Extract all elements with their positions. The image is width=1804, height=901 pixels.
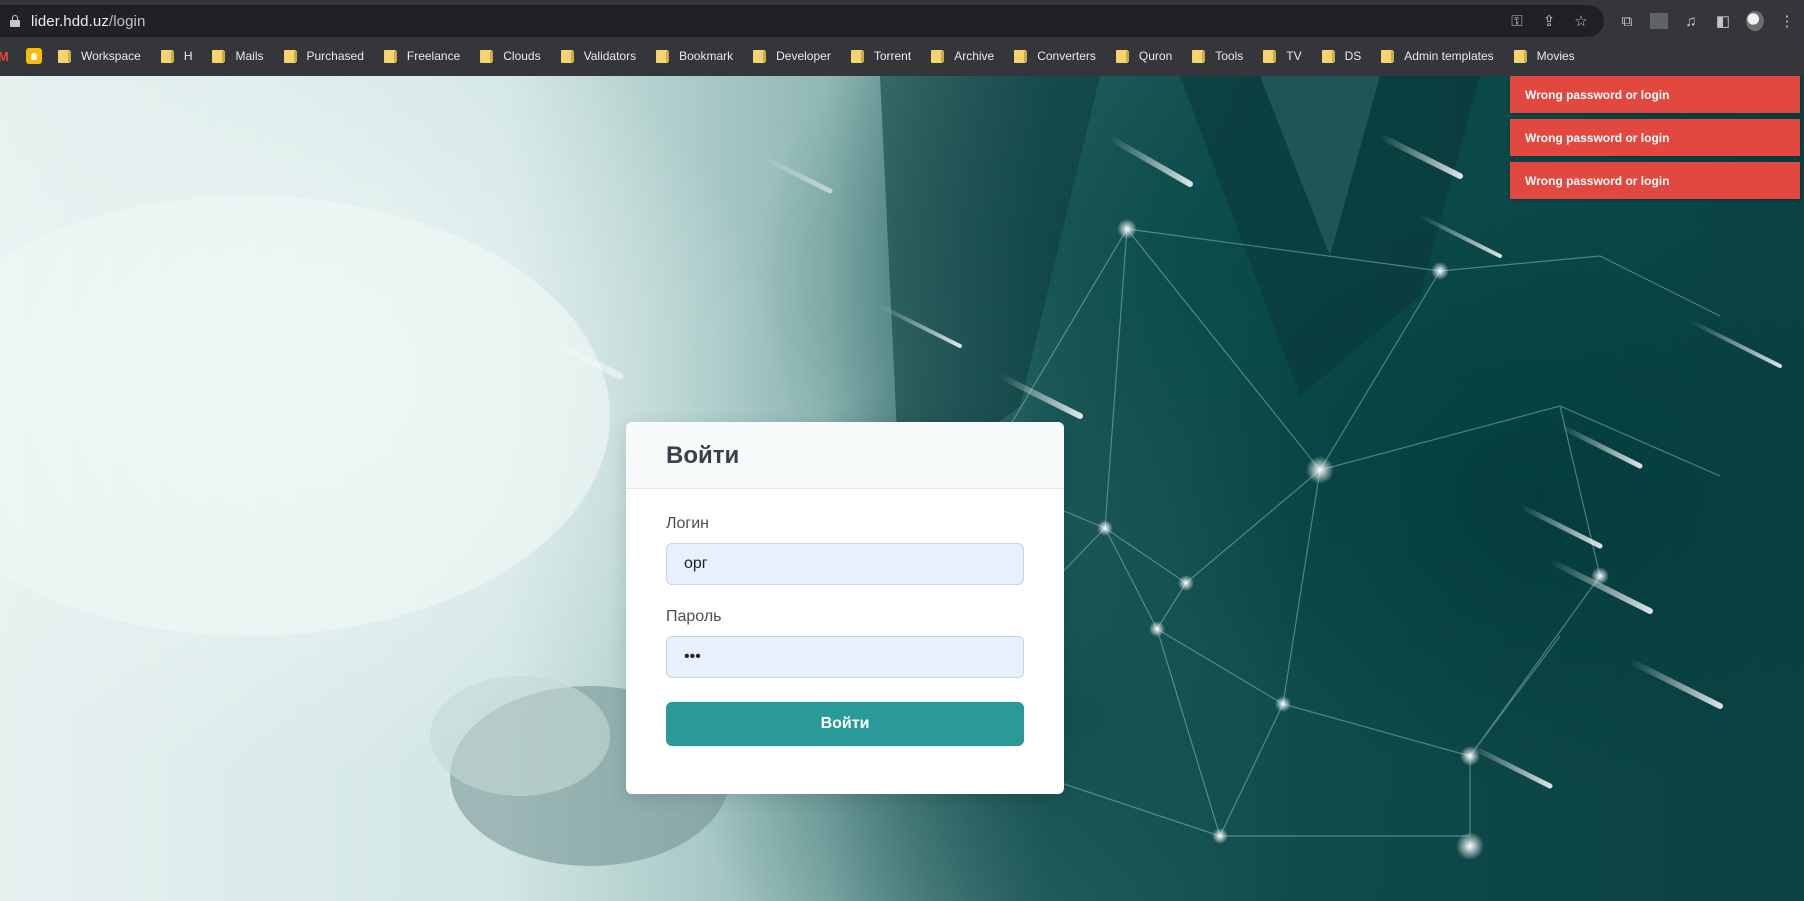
folder-icon (753, 49, 767, 63)
bookmark-label: Movies (1536, 49, 1575, 63)
bookmark-folder[interactable]: Developer (753, 49, 831, 63)
bookmark-folder[interactable]: Purchased (283, 49, 364, 63)
bookmark-label: Validators (583, 49, 637, 63)
side-panel-icon[interactable]: ◧ (1714, 12, 1732, 30)
folder-icon (1321, 49, 1335, 63)
folder-icon (283, 49, 297, 63)
login-button[interactable]: Войти (666, 702, 1024, 746)
bookmark-label: Tools (1215, 49, 1244, 63)
extensions-icon[interactable]: ⧉ (1618, 13, 1636, 30)
page-title: Войти (666, 442, 740, 469)
page-background: Wrong password or login Wrong password or… (0, 76, 1804, 901)
bookmark-label: Quron (1138, 49, 1173, 63)
bookmark-label: DS (1344, 49, 1362, 63)
folder-icon (1192, 49, 1206, 63)
bookmark-folder[interactable]: Tools (1192, 49, 1243, 63)
bookmark-folder[interactable]: Mails (212, 49, 264, 63)
star-icon[interactable]: ☆ (1572, 12, 1590, 30)
bookmark-folder[interactable]: Validators (560, 49, 637, 63)
bookmark-label: Purchased (306, 49, 364, 63)
bookmark-folder[interactable]: Freelance (383, 49, 461, 63)
bookmark-label: H (183, 49, 193, 63)
folder-icon (212, 49, 226, 63)
address-bar[interactable]: lider.hdd.uz/login ⚿ ⇪ ☆ (0, 5, 1604, 37)
bookmark-folder[interactable]: Converters (1014, 49, 1096, 63)
gmail-icon[interactable]: M (0, 49, 10, 64)
bookmarks-bar: M Workspace H Mails Purchased Freelance Cloud… (0, 46, 1595, 66)
url-host: lider.hdd.uz (31, 12, 109, 30)
bookmark-folder[interactable]: Bookmark (656, 49, 733, 63)
url-text[interactable]: lider.hdd.uz/login (31, 13, 145, 30)
lock-icon[interactable] (10, 15, 20, 27)
folder-icon (383, 49, 397, 63)
bookmark-folder[interactable]: Admin templates (1381, 49, 1494, 63)
password-input[interactable] (666, 636, 1024, 678)
login-label: Логин (666, 515, 710, 532)
bookmark-label: Developer (776, 49, 831, 63)
folder-icon (160, 49, 174, 63)
bookmark-label: Admin templates (1404, 49, 1494, 63)
url-path: /login (108, 12, 146, 30)
folder-icon (931, 49, 945, 63)
folder-icon (1381, 49, 1395, 63)
folder-icon (850, 49, 864, 63)
folder-icon (58, 49, 71, 63)
bookmark-label: Mails (235, 49, 264, 63)
login-card: Войти Логин Пароль Войти (626, 422, 1064, 794)
folder-icon (1115, 49, 1129, 63)
error-toast[interactable]: Wrong password or login (1510, 119, 1800, 156)
bookmark-folder[interactable]: Movies (1513, 49, 1575, 63)
bookmark-label: Torrent (873, 49, 912, 63)
menu-icon[interactable]: ⋮ (1778, 12, 1796, 30)
bookmark-folder[interactable]: DS (1321, 49, 1362, 63)
toolbar-divider (1650, 13, 1668, 29)
bookmark-label: Archive (954, 49, 995, 63)
bookmark-folder[interactable]: Workspace (58, 49, 141, 63)
folder-icon (1263, 49, 1277, 63)
keep-icon[interactable] (26, 48, 42, 64)
error-toast[interactable]: Wrong password or login (1510, 162, 1800, 199)
bookmark-label: Converters (1037, 49, 1096, 63)
folder-icon (560, 49, 574, 63)
bookmark-label: Workspace (81, 49, 141, 63)
bookmark-label: Bookmark (679, 49, 734, 63)
folder-icon (656, 49, 670, 63)
bookmark-folder[interactable]: Archive (931, 49, 994, 63)
login-form: Логин Пароль Войти (626, 489, 1064, 746)
share-icon[interactable]: ⇪ (1540, 12, 1558, 30)
bookmark-label: Freelance (406, 49, 461, 63)
bookmark-folder[interactable]: TV (1263, 49, 1302, 63)
bookmark-folder[interactable]: Torrent (850, 49, 912, 63)
folder-icon (1014, 49, 1028, 63)
bookmark-folder[interactable]: H (160, 49, 193, 63)
error-toast[interactable]: Wrong password or login (1510, 76, 1800, 113)
folder-icon (1513, 49, 1527, 63)
bookmark-label: TV (1286, 49, 1302, 63)
profile-avatar[interactable] (1746, 11, 1764, 31)
key-icon[interactable]: ⚿ (1508, 13, 1526, 30)
media-icon[interactable]: ♫ (1682, 13, 1700, 30)
login-input[interactable] (666, 543, 1024, 585)
folder-icon (480, 49, 494, 63)
password-label: Пароль (666, 608, 722, 625)
browser-toolbar: lider.hdd.uz/login ⚿ ⇪ ☆ ⧉ ♫ ◧ ⋮ M Works… (0, 0, 1804, 76)
card-header: Войти (626, 422, 1064, 489)
bookmark-folder[interactable]: Clouds (480, 49, 541, 63)
bookmark-label: Clouds (503, 49, 541, 63)
bookmark-folder[interactable]: Quron (1115, 49, 1173, 63)
